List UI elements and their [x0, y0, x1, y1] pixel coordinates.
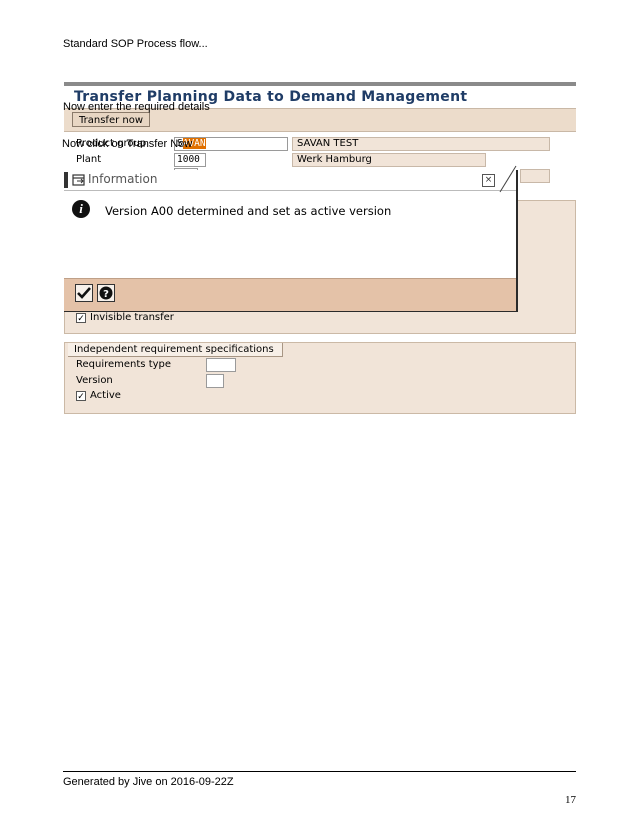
- active-checkbox[interactable]: ✓: [76, 391, 86, 401]
- document-footer: Generated by Jive on 2016-09-22Z: [63, 776, 234, 788]
- product-group-description: SAVAN TEST: [292, 137, 550, 151]
- plant-input[interactable]: 1000: [174, 153, 206, 167]
- dialog-corner-decoration: [499, 165, 517, 193]
- requirements-type-label: Requirements type: [76, 359, 172, 370]
- svg-text:?: ?: [103, 289, 109, 300]
- invisible-transfer-checkbox[interactable]: ✓: [76, 313, 86, 323]
- document-header: Standard SOP Process flow...: [63, 38, 208, 50]
- page-number: 17: [565, 794, 576, 806]
- window-icon: [72, 174, 85, 186]
- sap-screenshot: Transfer Planning Data to Demand Managem…: [64, 82, 576, 414]
- dialog-title: Information: [88, 172, 158, 186]
- independent-requirement-group: Independent requirement specifications R…: [64, 342, 576, 414]
- dialog-title-accent: [64, 172, 68, 188]
- info-icon: i: [72, 200, 90, 218]
- instruction-click-transfer: Now click on Transfer Now: [62, 138, 193, 150]
- requirements-type-input[interactable]: [206, 358, 236, 372]
- checkmark-glyph: [77, 287, 91, 299]
- dialog-message: Version A00 determined and set as active…: [105, 204, 392, 218]
- dialog-button-bar: ?: [64, 278, 516, 311]
- information-dialog: Information × i Version A00 determined a…: [64, 165, 518, 312]
- checkmark-icon[interactable]: [75, 284, 93, 302]
- dialog-title-bar: Information ×: [64, 170, 516, 191]
- close-icon[interactable]: ×: [482, 174, 495, 187]
- instruction-enter-details: Now enter the required details: [63, 101, 210, 113]
- plant-label: Plant: [76, 154, 102, 165]
- version-label: Version: [76, 375, 113, 386]
- help-glyph: ?: [99, 286, 113, 300]
- hidden-row-description: [520, 169, 550, 183]
- transfer-now-button[interactable]: Transfer now: [72, 112, 151, 127]
- footer-divider: [63, 771, 576, 772]
- version-input[interactable]: [206, 374, 224, 388]
- invisible-transfer-label: Invisible transfer: [90, 312, 174, 323]
- sap-top-bar: [64, 82, 576, 86]
- plant-description: Werk Hamburg: [292, 153, 486, 167]
- group-title: Independent requirement specifications: [68, 343, 283, 357]
- active-label: Active: [90, 390, 121, 401]
- help-icon[interactable]: ?: [97, 284, 115, 302]
